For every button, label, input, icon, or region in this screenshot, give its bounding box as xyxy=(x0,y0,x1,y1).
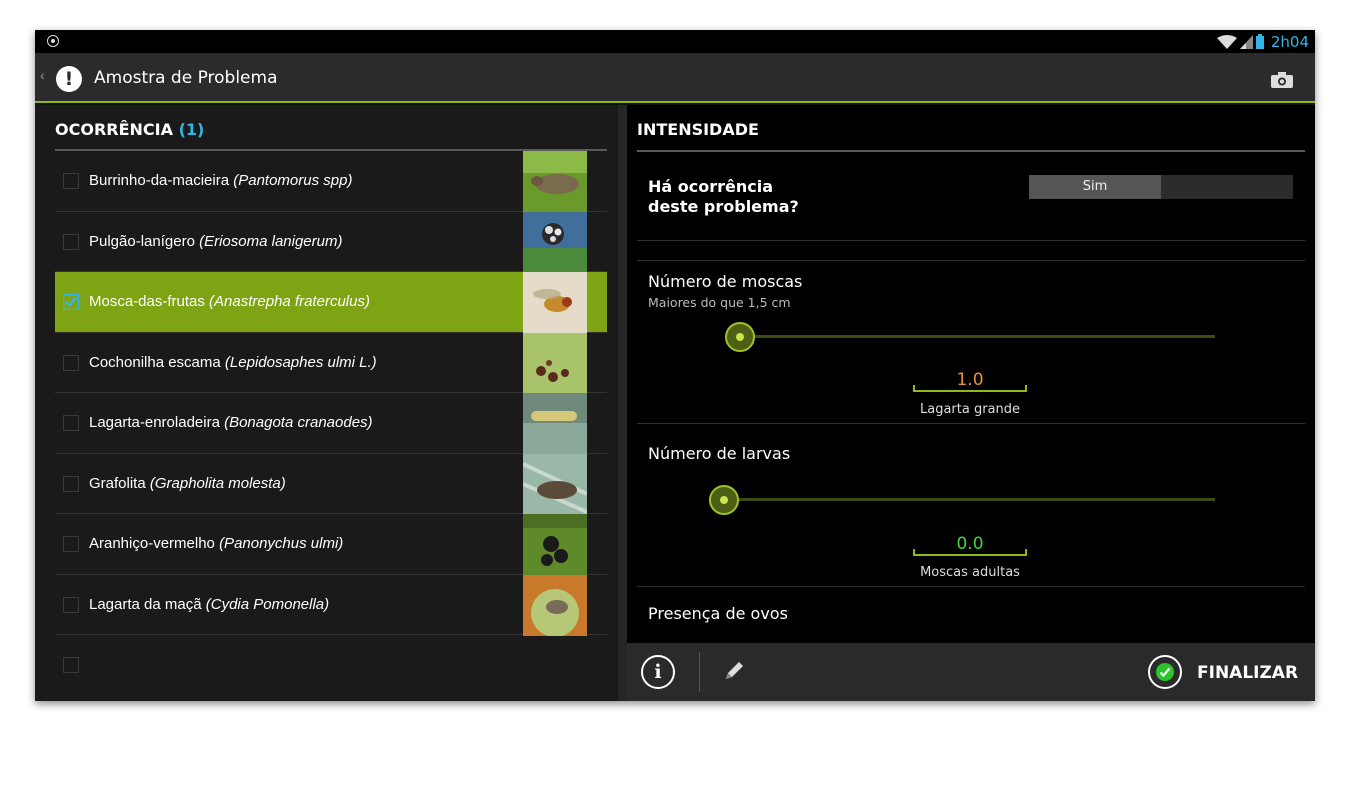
common-name: Lagarta-enroladeira xyxy=(89,414,220,431)
checkbox[interactable] xyxy=(63,173,79,189)
signal-icon xyxy=(1239,34,1253,49)
finalize-button[interactable]: FINALIZAR xyxy=(1197,663,1298,683)
common-name: Mosca-das-frutas xyxy=(89,293,205,310)
field-title: Número de larvas xyxy=(648,444,791,463)
aphid-photo xyxy=(523,211,587,273)
list-item[interactable]: Lagarta da maçã (Cydia Pomonella) xyxy=(55,574,607,636)
scientific-name: (Lepidosaphes ulmi L.) xyxy=(224,353,377,371)
alert-icon[interactable]: ! xyxy=(56,66,82,92)
field-title: Número de moscas xyxy=(648,272,803,291)
device-screen: 2h04 ‹ ! Amostra de Problema OCORRÊNCIA … xyxy=(35,30,1315,701)
field-value: 1.0 xyxy=(913,370,1027,392)
scientific-name: (Anastrepha fraterculus) xyxy=(209,293,370,310)
camera-icon[interactable] xyxy=(1271,72,1293,88)
field-title: Presença de ovos xyxy=(648,604,788,623)
problem-list: Burrinho-da-macieira (Pantomorus spp) Pu… xyxy=(55,151,607,696)
divider xyxy=(637,423,1305,424)
field-subtitle: Maiores do que 1,5 cm xyxy=(648,295,791,310)
scientific-name: (Bonagota cranaodes) xyxy=(224,414,373,431)
slider-thumb[interactable] xyxy=(709,485,739,515)
divider xyxy=(637,260,1305,261)
list-item[interactable]: Aranhiço-vermelho (Panonychus ulmi) xyxy=(55,514,607,575)
checkbox[interactable] xyxy=(63,475,79,492)
mite-photo xyxy=(523,514,587,575)
common-name: Grafolita xyxy=(89,474,146,492)
list-item-selected[interactable]: Mosca-das-frutas (Anastrepha fraterculus… xyxy=(55,272,607,333)
occurrence-question-line2: deste problema? xyxy=(648,197,799,216)
divider xyxy=(637,240,1305,241)
list-item[interactable]: Grafolita (Grapholita molesta) xyxy=(55,453,607,515)
checkbox[interactable] xyxy=(63,596,79,613)
checkbox[interactable] xyxy=(63,657,79,673)
scientific-name: (Eriosoma lanigerum) xyxy=(199,232,343,250)
common-name: Burrinho-da-macieira xyxy=(89,172,230,189)
list-item[interactable]: Lagarta-enroladeira (Bonagota cranaodes) xyxy=(55,393,607,454)
info-icon[interactable]: i xyxy=(641,655,675,689)
occurrence-question: Há ocorrência deste problema? xyxy=(648,177,799,217)
list-item[interactable]: Cochonilha escama (Lepidosaphes ulmi L.) xyxy=(55,332,607,394)
wifi-icon xyxy=(1216,34,1237,49)
scientific-name: (Cydia Pomonella) xyxy=(205,595,330,613)
common-name: Cochonilha escama xyxy=(89,353,221,371)
list-item[interactable]: Pulgão-lanígero (Eriosoma lanigerum) xyxy=(55,211,607,273)
moth-photo xyxy=(523,453,587,515)
field-value: 0.0 xyxy=(913,534,1027,556)
checkbox[interactable] xyxy=(63,233,79,250)
location-icon xyxy=(47,35,59,47)
flies-slider[interactable] xyxy=(725,322,1215,352)
status-bar: 2h04 xyxy=(35,30,1315,53)
apple-worm-photo xyxy=(523,574,587,636)
toggle-option-sim[interactable]: Sim xyxy=(1029,175,1161,199)
occurrence-title: OCORRÊNCIA xyxy=(55,120,173,139)
occurrence-question-line1: Há ocorrência xyxy=(648,177,774,196)
checkbox[interactable] xyxy=(63,354,79,371)
slider-thumb[interactable] xyxy=(725,322,755,352)
bottom-bar: i FINALIZAR xyxy=(627,643,1315,701)
scale-insect-photo xyxy=(523,332,587,394)
larvae-slider[interactable] xyxy=(709,485,1215,515)
pane-divider xyxy=(618,105,627,701)
page-title: Amostra de Problema xyxy=(94,68,278,88)
field-value-label: Lagarta grande xyxy=(919,402,1021,417)
occurrence-toggle[interactable]: Sim xyxy=(1029,175,1293,199)
common-name: Pulgão-lanígero xyxy=(89,232,195,250)
action-bar: ‹ ! Amostra de Problema xyxy=(35,53,1315,103)
separator xyxy=(699,652,700,692)
intensity-header: INTENSIDADE xyxy=(637,120,1305,152)
scientific-name: (Grapholita molesta) xyxy=(149,474,286,492)
field-value-label: Moscas adultas xyxy=(920,565,1020,580)
list-item[interactable]: Burrinho-da-macieira (Pantomorus spp) xyxy=(55,151,607,212)
list-item-empty[interactable] xyxy=(55,635,607,696)
caterpillar-photo xyxy=(523,393,587,454)
slider-track xyxy=(725,498,1215,501)
scientific-name: (Pantomorus spp) xyxy=(233,172,353,189)
common-name: Lagarta da maçã xyxy=(89,595,202,613)
checkbox[interactable] xyxy=(63,415,79,431)
battery-icon xyxy=(1255,34,1264,49)
scientific-name: (Panonychus ulmi) xyxy=(219,535,344,552)
fruit-fly-photo xyxy=(523,272,587,333)
weevil-photo xyxy=(523,151,587,212)
occurrence-count: (1) xyxy=(178,120,205,139)
intensity-panel: INTENSIDADE Há ocorrência deste problema… xyxy=(627,105,1315,701)
common-name: Aranhiço-vermelho xyxy=(89,535,215,552)
chevron-left-icon[interactable]: ‹ xyxy=(40,67,45,83)
checkbox-checked[interactable] xyxy=(62,293,80,311)
divider xyxy=(637,586,1305,587)
checkbox[interactable] xyxy=(63,536,79,552)
check-circle-icon[interactable] xyxy=(1148,655,1182,689)
slider-track xyxy=(725,335,1215,338)
clock: 2h04 xyxy=(1270,32,1309,51)
occurrence-panel: OCORRÊNCIA (1) Burrinho-da-macieira (Pan… xyxy=(35,105,618,701)
pencil-icon[interactable] xyxy=(723,660,745,682)
occurrence-header: OCORRÊNCIA (1) xyxy=(55,120,607,151)
